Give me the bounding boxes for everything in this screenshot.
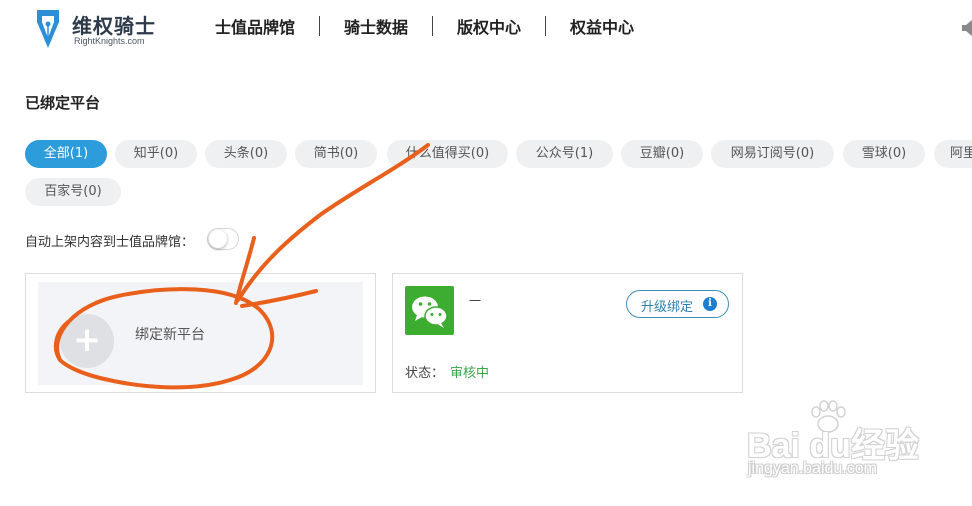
tab-toutiao[interactable]: 头条(0): [205, 140, 287, 168]
bind-new-platform-card[interactable]: + 绑定新平台: [25, 273, 376, 393]
tab-jianshu[interactable]: 简书(0): [295, 140, 377, 168]
upgrade-binding-label: 升级绑定: [641, 300, 694, 315]
baidu-jingyan-watermark: Bai du经验 jingyan.baidu.com: [742, 398, 942, 488]
nav-divider: [432, 16, 434, 36]
top-header: 维权骑士 RightKnights.com 士值品牌馆 骑士数据 版权中心 权益…: [0, 0, 972, 54]
add-circle: +: [60, 314, 114, 368]
paw-logo-icon: [811, 400, 846, 433]
account-name: 一: [469, 294, 482, 308]
auto-publish-label: 自动上架内容到士值品牌馆：: [25, 235, 195, 250]
brand-logo[interactable]: 维权骑士 RightKnights.com: [34, 6, 164, 50]
watermark-url: jingyan.baidu.com: [748, 460, 877, 477]
tab-xueqiu[interactable]: 雪球(0): [843, 140, 925, 168]
watermark-brand: Bai du经验: [747, 427, 919, 465]
tab-zhihu[interactable]: 知乎(0): [115, 140, 197, 168]
tab-all[interactable]: 全部(1): [25, 140, 107, 168]
tab-ali[interactable]: 阿里: [934, 140, 972, 168]
status-label: 状态：: [405, 366, 445, 381]
tab-baijiahao[interactable]: 百家号(0): [25, 178, 121, 206]
main-nav: 士值品牌馆 骑士数据 版权中心 权益中心: [215, 14, 634, 38]
pen-nib-logo-icon: [37, 10, 59, 48]
status-value: 审核中: [450, 366, 490, 381]
nav-item-copyright-center[interactable]: 版权中心: [457, 14, 521, 38]
annotation-overlay: [53, 143, 430, 390]
info-icon[interactable]: i: [703, 297, 717, 311]
tab-netease[interactable]: 网易订阅号(0): [711, 140, 834, 168]
nav-item-knight-data[interactable]: 骑士数据: [344, 14, 408, 38]
nav-divider: [545, 16, 547, 36]
tab-douban[interactable]: 豆瓣(0): [621, 140, 703, 168]
bind-new-platform-label: 绑定新平台: [135, 327, 205, 343]
page-title: 已绑定平台: [25, 94, 101, 112]
nav-divider: [319, 16, 321, 36]
upgrade-binding-button[interactable]: 升级绑定 i: [626, 290, 729, 318]
nav-item-brand-hall[interactable]: 士值品牌馆: [215, 14, 295, 38]
bind-new-platform-area[interactable]: + 绑定新平台: [38, 282, 363, 385]
brand-name: 维权骑士: [72, 14, 156, 38]
brand-subtitle: RightKnights.com: [74, 36, 145, 46]
wechat-icon: [405, 286, 454, 335]
account-card-wechat: 一 升级绑定 i 状态： 审核中: [392, 273, 743, 393]
tab-smzdm[interactable]: 什么值得买(0): [387, 140, 508, 168]
auto-publish-toggle[interactable]: [207, 228, 239, 250]
plus-icon: +: [72, 320, 102, 360]
tab-wechat-official[interactable]: 公众号(1): [516, 140, 613, 168]
speaker-icon[interactable]: [962, 20, 972, 36]
toggle-knob: [209, 230, 227, 248]
nav-item-rights-center[interactable]: 权益中心: [570, 14, 634, 38]
